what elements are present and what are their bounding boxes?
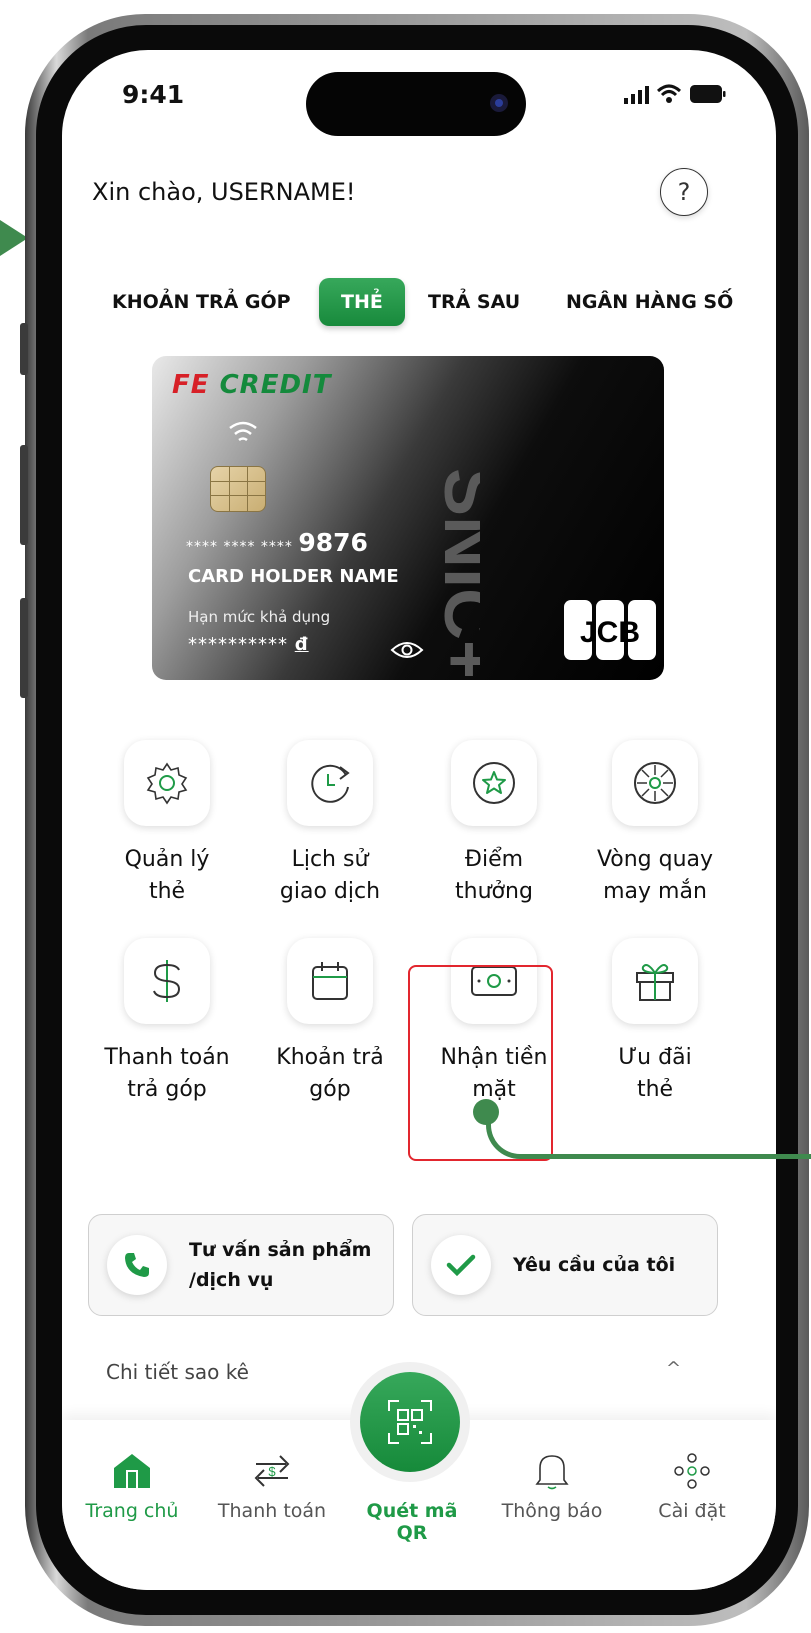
nav-home-label: Trang chủ bbox=[85, 1500, 179, 1522]
tab-installment-loans[interactable]: KHOẢN TRẢ GÓP bbox=[112, 278, 291, 326]
available-limit-label: Hạn mức khả dụng bbox=[188, 608, 331, 626]
check-icon bbox=[431, 1235, 491, 1295]
annotation-dot bbox=[473, 1099, 499, 1125]
card-number-mask: **** **** **** bbox=[186, 539, 293, 555]
gift-icon bbox=[612, 938, 698, 1024]
history-icon bbox=[287, 740, 373, 826]
nav-notifications[interactable]: Thông báo bbox=[482, 1452, 622, 1522]
menu-transaction-history[interactable]: Lịch sử giao dịch bbox=[255, 740, 405, 908]
tab-card[interactable]: THẺ bbox=[319, 278, 405, 326]
annotation-arrow bbox=[0, 220, 28, 256]
scan-qr-button[interactable] bbox=[360, 1372, 460, 1472]
nav-notifications-label: Thông báo bbox=[501, 1500, 603, 1522]
tab-pay-later[interactable]: TRẢ SAU bbox=[428, 278, 520, 326]
menu-card-management[interactable]: Quản lý thẻ bbox=[92, 740, 242, 908]
menu-installment-loans[interactable]: Khoản trả góp bbox=[255, 938, 405, 1106]
brand-fe: FE bbox=[172, 370, 210, 400]
menu-label: Thanh toán trả góp bbox=[104, 1045, 230, 1102]
menu-lucky-wheel[interactable]: Vòng quay may mắn bbox=[580, 740, 730, 908]
menu-pay-installment[interactable]: Thanh toán trả góp bbox=[92, 938, 242, 1106]
home-icon bbox=[114, 1454, 150, 1488]
statement-details-label[interactable]: Chi tiết sao kê bbox=[106, 1360, 249, 1384]
jcb-logo-text: JCB bbox=[580, 616, 640, 649]
menu-card-offers[interactable]: Ưu đãi thẻ bbox=[580, 938, 730, 1106]
nav-payment[interactable]: $ Thanh toán bbox=[202, 1452, 342, 1522]
phone-screen: 9:41 Xin chào, USERNAME! ? KHOẢN TRẢ GÓP… bbox=[62, 50, 776, 1590]
menu-reward-points[interactable]: Điểm thưởng bbox=[419, 740, 569, 908]
nav-home[interactable]: Trang chủ bbox=[62, 1452, 202, 1522]
eye-icon[interactable] bbox=[390, 638, 424, 662]
annotation-connector bbox=[486, 1112, 811, 1159]
svg-text:$: $ bbox=[268, 1464, 276, 1479]
available-limit-value: ********** đ bbox=[188, 634, 309, 655]
signal-icon bbox=[624, 86, 649, 104]
nav-settings[interactable]: Cài đặt bbox=[622, 1452, 762, 1522]
side-button-silent bbox=[20, 323, 28, 375]
settings-dots-icon bbox=[674, 1453, 710, 1489]
brand-credit: CREDIT bbox=[219, 370, 332, 400]
chevron-up-icon[interactable]: ^ bbox=[666, 1358, 681, 1379]
card-number: **** **** **** 9876 bbox=[186, 528, 368, 557]
currency-symbol: đ bbox=[294, 634, 309, 655]
credit-card[interactable]: SNIC+ FE CREDIT **** **** **** 9876 CARD… bbox=[152, 356, 664, 680]
consult-label: Tư vấn sản phẩm/dịch vụ bbox=[189, 1239, 372, 1291]
qr-code-icon bbox=[388, 1400, 432, 1444]
chip-icon bbox=[210, 466, 266, 512]
nav-settings-label: Cài đặt bbox=[658, 1500, 726, 1522]
wifi-status-icon bbox=[656, 84, 682, 103]
jcb-logo: JCB bbox=[564, 600, 656, 660]
star-icon bbox=[451, 740, 537, 826]
menu-label: Điểm thưởng bbox=[455, 847, 533, 904]
menu-label: Quản lý thẻ bbox=[124, 847, 210, 904]
camera-icon bbox=[490, 94, 508, 112]
side-button-volume-down bbox=[20, 598, 28, 698]
nav-scan-label: Quét mã QR bbox=[366, 1500, 458, 1544]
bell-icon bbox=[535, 1455, 569, 1490]
status-time: 9:41 bbox=[122, 80, 185, 109]
tab-digital-banking[interactable]: NGÂN HÀNG SỐ bbox=[566, 278, 733, 326]
menu-label: Vòng quay may mắn bbox=[596, 847, 714, 904]
limit-mask: ********** bbox=[188, 634, 288, 655]
nav-payment-label: Thanh toán bbox=[217, 1500, 327, 1522]
watermark-text: SNIC+ bbox=[429, 468, 480, 676]
phone-call-icon bbox=[107, 1235, 167, 1295]
battery-icon bbox=[690, 85, 726, 103]
greeting: Xin chào, USERNAME! bbox=[92, 178, 356, 206]
contactless-icon bbox=[229, 421, 257, 442]
my-requests-button[interactable]: Yêu cầu của tôi bbox=[412, 1214, 718, 1316]
dynamic-island bbox=[306, 72, 526, 136]
card-holder-name: CARD HOLDER NAME bbox=[188, 566, 399, 587]
nav-scan-qr-label-wrap[interactable]: Quét mã QR bbox=[342, 1500, 482, 1544]
menu-label: Khoản trả góp bbox=[276, 1045, 384, 1102]
help-button[interactable]: ? bbox=[660, 168, 708, 216]
side-button-volume-up bbox=[20, 445, 28, 545]
calendar-icon bbox=[287, 938, 373, 1024]
gear-icon bbox=[124, 740, 210, 826]
consult-button[interactable]: Tư vấn sản phẩm/dịch vụ bbox=[88, 1214, 394, 1316]
menu-label: Lịch sử giao dịch bbox=[279, 847, 381, 904]
dollar-icon bbox=[124, 938, 210, 1024]
menu-label: Ưu đãi thẻ bbox=[618, 1045, 692, 1102]
my-requests-label: Yêu cầu của tôi bbox=[513, 1254, 676, 1276]
card-brand-logo: FE CREDIT bbox=[172, 370, 331, 400]
transfer-icon: $ bbox=[254, 1455, 290, 1487]
help-icon: ? bbox=[677, 178, 691, 206]
lucky-wheel-icon bbox=[612, 740, 698, 826]
card-last4: 9876 bbox=[298, 528, 368, 557]
